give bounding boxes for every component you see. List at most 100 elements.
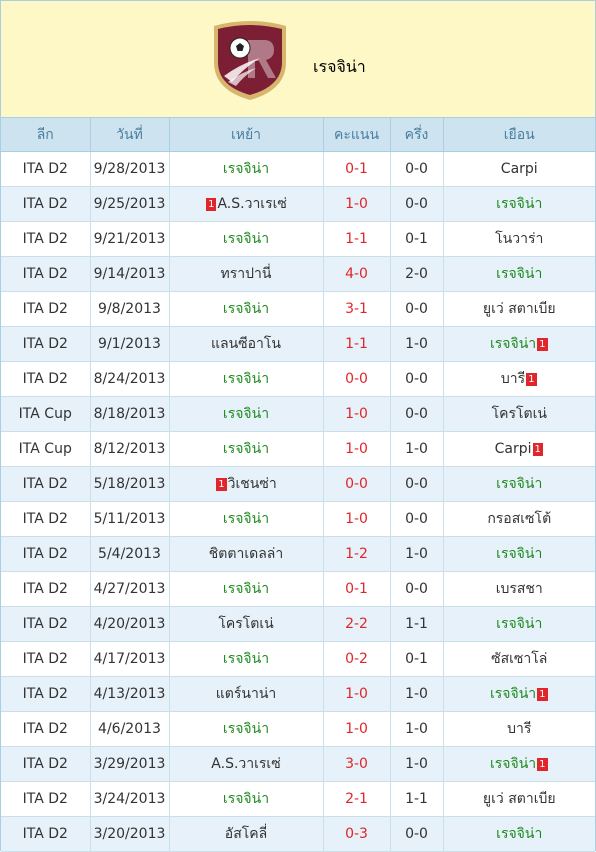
red-card-badge: 1 — [537, 338, 548, 351]
cell-date: 3/29/2013 — [90, 746, 170, 782]
cell-league: ITA D2 — [1, 361, 91, 397]
cell-home-team-text: เรจจิน่า — [222, 406, 270, 422]
header-away: เยือน — [443, 118, 595, 152]
cell-date: 4/17/2013 — [90, 641, 170, 677]
cell-league-text: ITA D2 — [22, 231, 68, 247]
cell-home-team: A.S.วาเรเซ่ — [169, 746, 324, 782]
cell-league-text: ITA D2 — [22, 756, 68, 772]
cell-date: 4/6/2013 — [90, 711, 170, 747]
cell-home-team: เรจจิน่า — [169, 291, 324, 327]
cell-home-team-text: A.S.วาเรเซ่ — [211, 756, 281, 772]
table-row: ITA D2 9/21/2013 เรจจิน่า 1-1 0-1 โนวาร่า — [1, 221, 595, 257]
cell-half-text: 0-0 — [405, 581, 428, 597]
cell-league-text: ITA D2 — [22, 511, 68, 527]
cell-home-team-text: เรจจิน่า — [222, 371, 270, 387]
cell-date: 5/11/2013 — [90, 501, 170, 537]
cell-half-text: 0-0 — [405, 161, 428, 177]
cell-home-team: โครโตเน่ — [169, 606, 324, 642]
cell-date-text: 3/20/2013 — [93, 826, 166, 842]
cell-home-team: เรจจิน่า — [169, 501, 324, 537]
table-row: ITA D2 4/6/2013 เรจจิน่า 1-0 1-0 บารี — [1, 711, 595, 747]
red-card-badge: 1 — [537, 758, 548, 771]
cell-home-team-text: เรจจิน่า — [222, 231, 270, 247]
cell-away-team-text: เรจจิน่า — [489, 756, 537, 772]
header-score: คะแนน — [323, 118, 391, 152]
cell-date-text: 4/17/2013 — [93, 651, 166, 667]
cell-half: 0-0 — [390, 501, 444, 537]
cell-score: 1-0 — [323, 396, 391, 432]
cell-date-text: 9/25/2013 — [93, 196, 166, 212]
cell-score: 1-1 — [323, 221, 391, 257]
cell-score: 0-1 — [323, 571, 391, 607]
cell-home-team-text: แตร์นาน่า — [215, 686, 277, 702]
cell-league: ITA D2 — [1, 746, 91, 782]
cell-half-text: 0-0 — [405, 511, 428, 527]
cell-home-team-text: วิเชนซ่า — [227, 476, 277, 492]
team-header: เรจจิน่า — [1, 1, 595, 118]
table-row: ITA D2 3/29/2013 A.S.วาเรเซ่ 3-0 1-0 เรจจิน่า… — [1, 746, 595, 782]
team-logo-icon — [214, 21, 286, 100]
cell-league: ITA D2 — [1, 536, 91, 572]
cell-home-team: เรจจิน่า — [169, 711, 324, 747]
cell-date: 5/18/2013 — [90, 466, 170, 502]
cell-half: 1-1 — [390, 781, 444, 817]
cell-home-team-text: เรจจิน่า — [222, 721, 270, 737]
cell-home-team-text: เรจจิน่า — [222, 511, 270, 527]
cell-score: 2-1 — [323, 781, 391, 817]
cell-score-text: 1-0 — [345, 686, 368, 702]
cell-league-text: ITA D2 — [22, 826, 68, 842]
cell-away-team: บารี — [443, 711, 595, 747]
cell-away-team-text: เรจจิน่า — [496, 616, 543, 632]
cell-date: 8/18/2013 — [90, 396, 170, 432]
cell-half: 0-0 — [390, 151, 444, 187]
cell-half-text: 1-0 — [405, 721, 428, 737]
cell-score-text: 2-2 — [345, 616, 368, 632]
cell-away-team: เรจจิน่า 1 — [443, 676, 595, 712]
cell-home-team: เรจจิน่า — [169, 781, 324, 817]
cell-date-text: 5/4/2013 — [98, 546, 161, 562]
cell-home-team-text: โครโตเน่ — [218, 616, 274, 632]
cell-date: 4/20/2013 — [90, 606, 170, 642]
cell-half-text: 1-0 — [405, 336, 428, 352]
cell-date: 3/20/2013 — [90, 816, 170, 852]
red-card-badge: 1 — [216, 478, 227, 491]
cell-half: 0-0 — [390, 291, 444, 327]
cell-date: 4/27/2013 — [90, 571, 170, 607]
cell-league: ITA D2 — [1, 641, 91, 677]
cell-home-team: เรจจิน่า — [169, 571, 324, 607]
table-row: ITA D2 3/20/2013 อัสโคลี่ 0-3 0-0 เรจจิน่า — [1, 816, 595, 852]
cell-score-text: 0-2 — [345, 651, 368, 667]
cell-half-text: 1-1 — [405, 616, 428, 632]
cell-date-text: 9/1/2013 — [98, 336, 161, 352]
cell-score: 3-0 — [323, 746, 391, 782]
cell-away-team-text: Carpi — [494, 441, 532, 457]
cell-away-team-text: โนวาร่า — [495, 231, 544, 247]
table-row: ITA D2 4/20/2013 โครโตเน่ 2-2 1-1 เรจจิน่า — [1, 606, 595, 642]
cell-half-text: 2-0 — [405, 266, 428, 282]
cell-date: 9/21/2013 — [90, 221, 170, 257]
cell-league: ITA D2 — [1, 571, 91, 607]
cell-home-team-text: แลนซีอาโน — [210, 336, 282, 352]
cell-league: ITA D2 — [1, 221, 91, 257]
cell-date: 9/8/2013 — [90, 291, 170, 327]
cell-home-team-text: A.S.วาเรเซ่ — [217, 196, 287, 212]
cell-home-team-text: เรจจิน่า — [222, 441, 270, 457]
cell-half: 0-0 — [390, 186, 444, 222]
cell-score-text: 0-0 — [345, 476, 368, 492]
cell-away-team: เรจจิน่า — [443, 466, 595, 502]
header-date: วันที่ — [90, 118, 170, 152]
cell-away-team-text: เรจจิน่า — [489, 336, 537, 352]
cell-score: 1-0 — [323, 501, 391, 537]
cell-away-team-text: เรจจิน่า — [496, 546, 543, 562]
cell-league: ITA D2 — [1, 186, 91, 222]
cell-home-team-text: เรจจิน่า — [222, 301, 270, 317]
cell-date: 8/24/2013 — [90, 361, 170, 397]
cell-score-text: 0-3 — [345, 826, 368, 842]
cell-score: 1-0 — [323, 431, 391, 467]
cell-league-text: ITA D2 — [22, 196, 68, 212]
cell-date: 9/25/2013 — [90, 186, 170, 222]
cell-score-text: 0-0 — [345, 371, 368, 387]
cell-away-team-text: เรจจิน่า — [496, 476, 543, 492]
team-name: เรจจิน่า — [313, 57, 366, 76]
cell-league-text: ITA D2 — [22, 161, 68, 177]
